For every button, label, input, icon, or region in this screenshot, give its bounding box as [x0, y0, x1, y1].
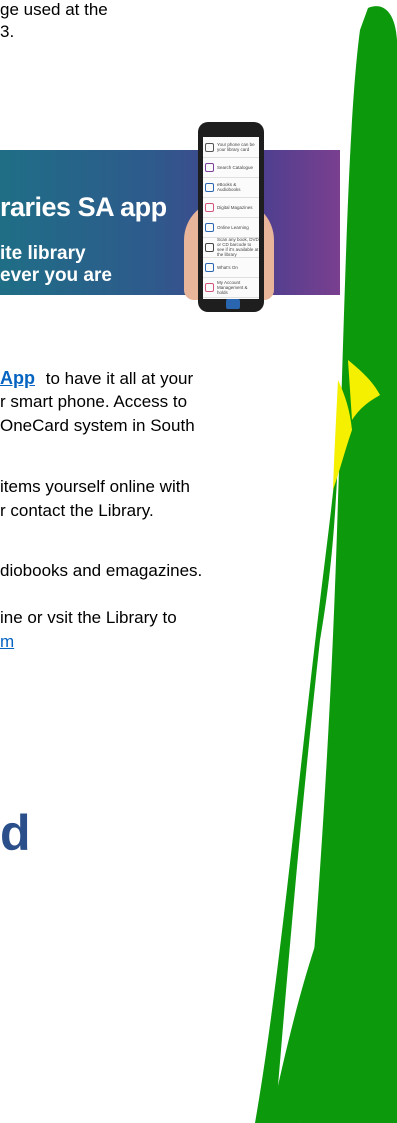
grass-decoration [255, 6, 397, 1123]
